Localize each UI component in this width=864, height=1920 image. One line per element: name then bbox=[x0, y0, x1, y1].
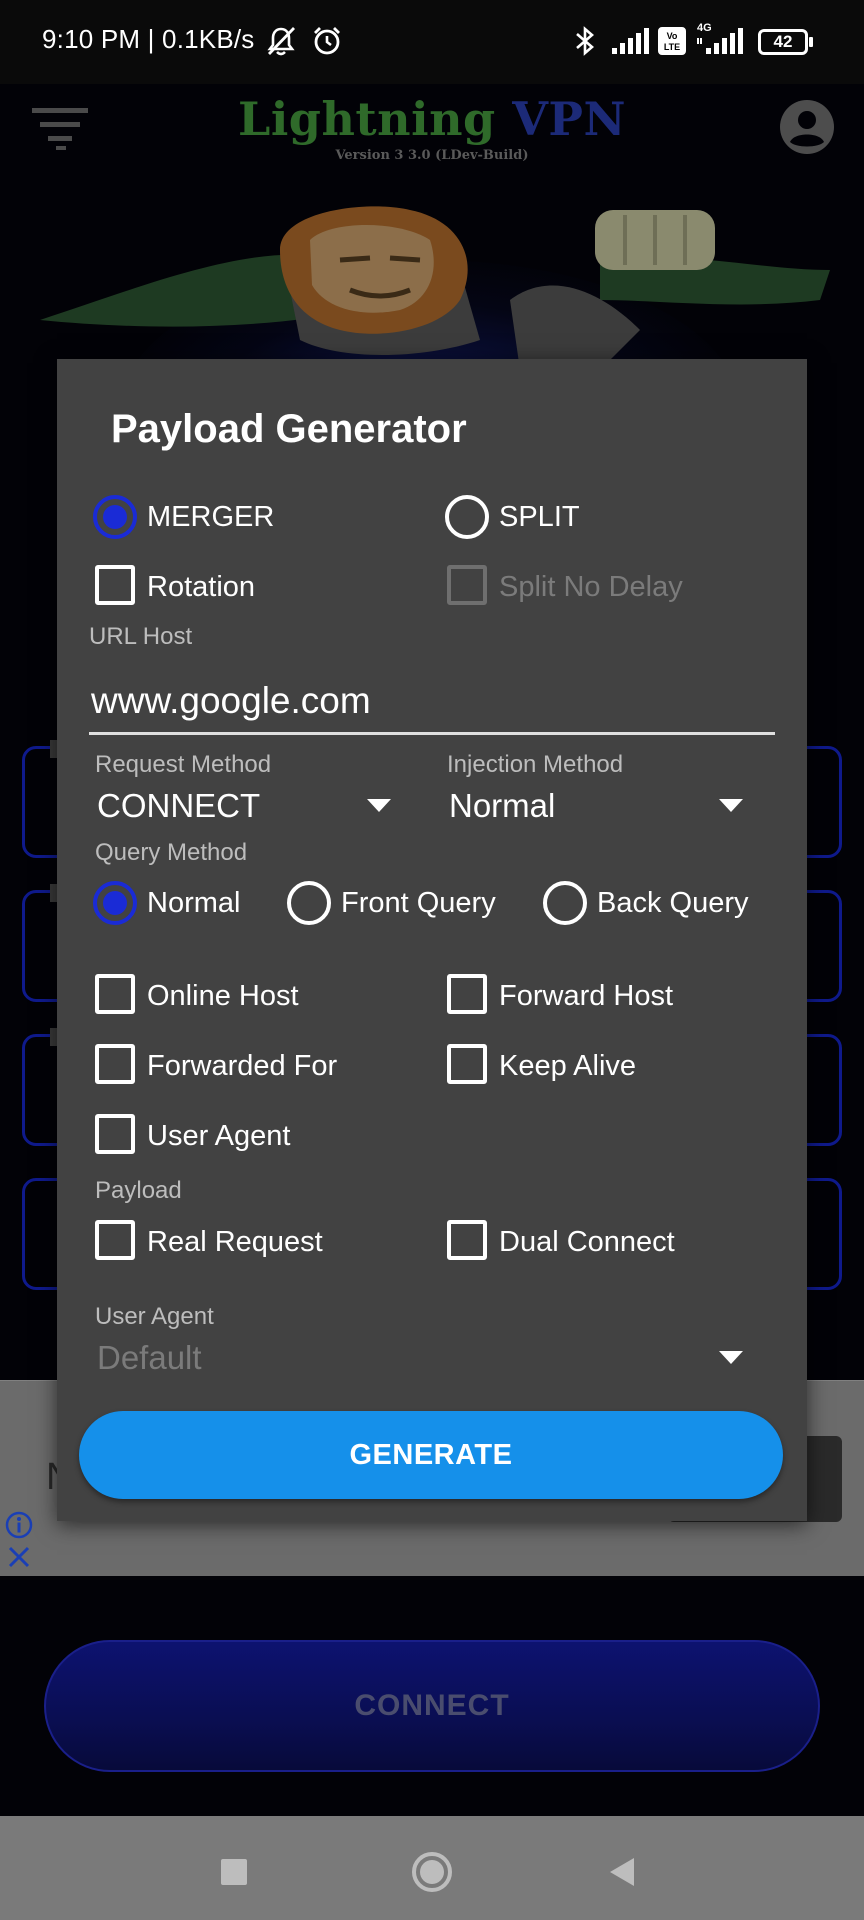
account-circle-icon[interactable] bbox=[778, 98, 836, 156]
checkbox-icon bbox=[95, 565, 135, 605]
checkbox-icon bbox=[447, 565, 487, 605]
request-method-select[interactable]: CONNECT bbox=[97, 783, 403, 833]
checkbox-rotation[interactable]: Rotation bbox=[93, 563, 393, 611]
status-bar: 9:10 PM | 0.1KB/s Vo LTE 4G 42 bbox=[0, 0, 864, 84]
radio-split-label: SPLIT bbox=[499, 501, 580, 533]
checkbox-forwarded-for-label: Forwarded For bbox=[147, 1050, 338, 1082]
checkbox-icon bbox=[447, 1220, 487, 1260]
radio-merger-label: MERGER bbox=[147, 501, 275, 533]
checkbox-forwarded-for[interactable]: Forwarded For bbox=[93, 1042, 393, 1090]
connect-button[interactable]: CONNECT bbox=[44, 1640, 820, 1772]
dropdown-arrow-icon bbox=[719, 799, 743, 812]
user-agent-select[interactable]: Default bbox=[97, 1335, 755, 1385]
battery-level: 42 bbox=[773, 32, 793, 51]
app-title: Lightning VPN bbox=[0, 92, 864, 146]
radio-split[interactable]: SPLIT bbox=[445, 493, 745, 541]
navigation-bar bbox=[0, 1816, 864, 1920]
checkbox-keep-alive-label: Keep Alive bbox=[499, 1050, 637, 1082]
payload-generator-dialog: Payload Generator MERGER SPLIT Rotation … bbox=[57, 359, 807, 1521]
checkbox-icon bbox=[95, 1044, 135, 1084]
user-agent-select-label: User Agent bbox=[95, 1303, 214, 1330]
checkbox-real-request-label: Real Request bbox=[147, 1226, 323, 1258]
checkbox-dual-connect-label: Dual Connect bbox=[499, 1226, 675, 1258]
query-method-label: Query Method bbox=[95, 839, 248, 866]
checkbox-keep-alive[interactable]: Keep Alive bbox=[445, 1042, 745, 1090]
battery-icon: 42 bbox=[758, 29, 808, 55]
radio-merger[interactable]: MERGER bbox=[93, 493, 393, 541]
volte-label: Vo LTE bbox=[663, 31, 681, 52]
radio-front-query-label: Front Query bbox=[341, 887, 496, 919]
app-title-part1: Lightning bbox=[237, 92, 496, 146]
checkbox-icon bbox=[447, 974, 487, 1014]
checkbox-dual-connect[interactable]: Dual Connect bbox=[445, 1218, 745, 1266]
bell-off-icon bbox=[267, 27, 296, 56]
checkbox-user-agent-label: User Agent bbox=[147, 1120, 291, 1152]
mascot-illustration bbox=[40, 206, 830, 370]
radio-unselected-icon bbox=[287, 881, 331, 925]
request-method-label: Request Method bbox=[95, 751, 272, 778]
checkbox-icon bbox=[95, 974, 135, 1014]
dropdown-arrow-icon bbox=[719, 1351, 743, 1364]
checkbox-icon bbox=[95, 1114, 135, 1154]
radio-selected-icon bbox=[93, 881, 137, 925]
bluetooth-icon bbox=[576, 26, 594, 56]
signal-icon bbox=[612, 28, 649, 54]
info-icon[interactable] bbox=[4, 1510, 34, 1540]
radio-front-query[interactable]: Front Query bbox=[287, 879, 507, 927]
volte-badge: Vo LTE bbox=[658, 27, 686, 55]
signal-icon bbox=[697, 28, 743, 54]
radio-back-query[interactable]: Back Query bbox=[543, 879, 773, 927]
radio-query-normal[interactable]: Normal bbox=[93, 879, 263, 927]
injection-method-select[interactable]: Normal bbox=[449, 783, 755, 833]
checkbox-forward-host-label: Forward Host bbox=[499, 980, 674, 1012]
radio-query-normal-label: Normal bbox=[147, 887, 241, 919]
user-agent-select-value: Default bbox=[97, 1339, 202, 1376]
app-version: Version 3 3.0 (LDev-Build) bbox=[335, 148, 529, 163]
checkbox-rotation-label: Rotation bbox=[147, 571, 256, 603]
checkbox-forward-host[interactable]: Forward Host bbox=[445, 972, 745, 1020]
radio-unselected-icon bbox=[445, 495, 489, 539]
checkbox-icon bbox=[95, 1220, 135, 1260]
alarm-icon bbox=[314, 27, 340, 55]
radio-unselected-icon bbox=[543, 881, 587, 925]
recents-square-icon[interactable] bbox=[208, 1846, 260, 1898]
injection-method-value: Normal bbox=[449, 787, 556, 824]
checkbox-user-agent[interactable]: User Agent bbox=[93, 1112, 393, 1160]
dropdown-arrow-icon bbox=[367, 799, 391, 812]
request-method-value: CONNECT bbox=[97, 787, 261, 824]
status-time: 9:10 PM | 0.1KB/s bbox=[42, 24, 255, 54]
close-icon[interactable] bbox=[6, 1544, 32, 1570]
home-circle-icon[interactable] bbox=[404, 1844, 460, 1900]
checkbox-split-no-delay-label: Split No Delay bbox=[499, 571, 683, 603]
payload-label: Payload bbox=[95, 1177, 182, 1204]
dialog-title: Payload Generator bbox=[111, 407, 467, 451]
radio-selected-icon bbox=[93, 495, 137, 539]
checkbox-real-request[interactable]: Real Request bbox=[93, 1218, 393, 1266]
injection-method-label: Injection Method bbox=[447, 751, 624, 778]
battery-tip bbox=[809, 37, 813, 47]
checkbox-icon bbox=[447, 1044, 487, 1084]
checkbox-online-host-label: Online Host bbox=[147, 980, 299, 1012]
url-host-input[interactable] bbox=[89, 669, 775, 735]
radio-back-query-label: Back Query bbox=[597, 887, 749, 919]
url-host-label: URL Host bbox=[89, 623, 193, 650]
checkbox-online-host[interactable]: Online Host bbox=[93, 972, 393, 1020]
app-title-part2: VPN bbox=[512, 92, 627, 146]
back-triangle-icon[interactable] bbox=[596, 1846, 648, 1898]
generate-button[interactable]: GENERATE bbox=[79, 1411, 783, 1499]
checkbox-split-no-delay: Split No Delay bbox=[445, 563, 775, 611]
